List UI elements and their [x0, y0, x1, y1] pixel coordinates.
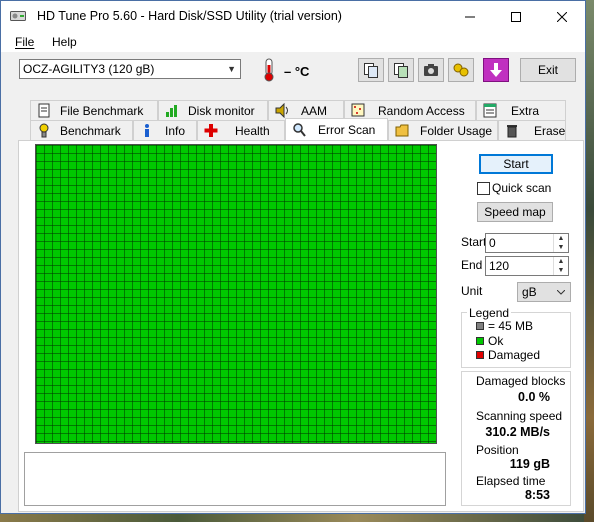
tab-random-access[interactable]: Random Access	[344, 100, 476, 120]
speed-map-button[interactable]: Speed map	[477, 202, 553, 222]
tab-benchmark[interactable]: Benchmark	[30, 120, 133, 140]
quick-scan-label: Quick scan	[492, 181, 552, 195]
tab-erase[interactable]: Erase	[498, 120, 566, 140]
legend-title: Legend	[467, 306, 512, 320]
maximize-icon	[511, 11, 521, 22]
damaged-blocks-label: Damaged blocks	[476, 374, 566, 388]
tab-label: Random Access	[378, 104, 465, 118]
start-spinbox[interactable]: 0 ▲ ▼	[485, 233, 569, 253]
tab-label: File Benchmark	[60, 104, 144, 118]
legend-damaged-swatch	[476, 351, 484, 359]
app-window: HD Tune Pro 5.60 - Hard Disk/SSD Utility…	[0, 0, 586, 514]
minimize-button[interactable]	[447, 1, 493, 32]
spin-down-icon[interactable]: ▼	[553, 266, 568, 275]
tab-extra-tests[interactable]: Extra tests	[476, 100, 566, 136]
damaged-blocks-value: 0.0 %	[518, 390, 550, 404]
title-bar: HD Tune Pro 5.60 - Hard Disk/SSD Utility…	[1, 1, 585, 32]
disk-monitor-icon	[166, 105, 177, 117]
copy-icon	[364, 63, 378, 78]
trash-icon	[507, 125, 517, 138]
window-title: HD Tune Pro 5.60 - Hard Disk/SSD Utility…	[37, 9, 342, 23]
thermometer-icon	[264, 58, 274, 82]
benchmark-icon	[39, 123, 49, 138]
spin-up-icon[interactable]: ▲	[553, 234, 568, 243]
position-value: 119 gB	[509, 457, 550, 471]
menu-file[interactable]: File	[15, 35, 34, 49]
tab-label: Error Scan	[318, 123, 376, 137]
copy-all-button[interactable]	[388, 58, 414, 82]
unit-select-value: gB	[522, 285, 537, 299]
options-button[interactable]	[448, 58, 474, 82]
magnifier-icon	[293, 123, 306, 137]
scanning-speed-value: 310.2 MB/s	[485, 425, 550, 439]
elapsed-time-label: Elapsed time	[476, 474, 546, 488]
arrow-down-icon	[490, 63, 502, 77]
scan-log-box[interactable]	[24, 452, 446, 506]
tab-label: Disk monitor	[188, 104, 255, 118]
drive-select-value: OCZ-AGILITY3 (120 gB)	[23, 62, 155, 76]
tab-label: Erase	[534, 124, 566, 138]
tab-file-benchmark[interactable]: File Benchmark	[30, 100, 158, 120]
legend-ok-swatch	[476, 337, 484, 345]
close-icon	[557, 11, 567, 22]
tab-health[interactable]: Health	[197, 120, 285, 140]
speaker-icon	[275, 103, 288, 118]
app-disk-icon	[10, 11, 26, 21]
info-icon	[145, 124, 149, 137]
quick-scan-checkbox[interactable]	[477, 182, 490, 195]
maximize-button[interactable]	[493, 1, 539, 32]
tab-label: Health	[235, 124, 270, 138]
legend-block-size: = 45 MB	[488, 319, 534, 333]
legend-damaged-label: Damaged	[488, 348, 541, 362]
tab-label: Info	[165, 124, 186, 138]
legend-block-swatch	[476, 322, 484, 330]
copy-button[interactable]	[358, 58, 384, 82]
tab-info[interactable]: Info	[133, 120, 197, 140]
tab-folder-usage[interactable]: Folder Usage	[388, 120, 498, 140]
chevron-down-icon	[557, 290, 565, 295]
save-button[interactable]	[483, 58, 509, 82]
drive-select[interactable]: OCZ-AGILITY3 (120 gB) ▼	[19, 59, 241, 79]
tab-disk-monitor[interactable]: Disk monitor	[158, 100, 268, 120]
start-spinbox-value: 0	[489, 236, 496, 250]
end-spinbox[interactable]: 120 ▲ ▼	[485, 256, 569, 276]
unit-label: Unit	[461, 284, 483, 298]
start-button[interactable]: Start	[479, 154, 553, 174]
health-cross-icon	[204, 124, 218, 137]
random-access-icon	[351, 103, 365, 117]
spin-up-icon[interactable]: ▲	[553, 257, 568, 266]
toolbar: OCZ-AGILITY3 (120 gB) ▼ – °C Exit	[1, 52, 585, 92]
minimize-icon	[465, 16, 475, 17]
settings-icon	[453, 63, 469, 77]
file-benchmark-icon	[38, 103, 50, 118]
extra-tests-icon	[483, 103, 497, 118]
spin-down-icon[interactable]: ▼	[553, 243, 568, 252]
chevron-down-icon: ▼	[227, 64, 236, 74]
position-label: Position	[476, 443, 519, 457]
copy-all-icon	[394, 63, 408, 78]
close-button[interactable]	[539, 1, 585, 32]
scanning-speed-label: Scanning speed	[476, 409, 563, 423]
tab-error-scan[interactable]: Error Scan	[285, 118, 388, 140]
end-field-label: End	[461, 258, 483, 272]
tab-aam[interactable]: AAM	[268, 100, 344, 120]
screenshot-button[interactable]	[418, 58, 444, 82]
end-spinbox-value: 120	[489, 259, 510, 273]
elapsed-time-value: 8:53	[524, 488, 550, 502]
tab-label: Benchmark	[60, 124, 121, 138]
tab-label: Folder Usage	[420, 124, 493, 138]
start-field-label: Start	[461, 235, 487, 249]
legend-ok-label: Ok	[488, 334, 504, 348]
menu-bar: File Help	[1, 32, 585, 52]
scan-block-map	[35, 144, 437, 444]
camera-icon	[424, 64, 438, 76]
menu-help[interactable]: Help	[52, 35, 77, 49]
temperature-readout: – °C	[284, 64, 310, 79]
unit-select[interactable]: gB	[517, 282, 571, 302]
exit-button[interactable]: Exit	[520, 58, 576, 82]
folder-icon	[395, 124, 409, 137]
